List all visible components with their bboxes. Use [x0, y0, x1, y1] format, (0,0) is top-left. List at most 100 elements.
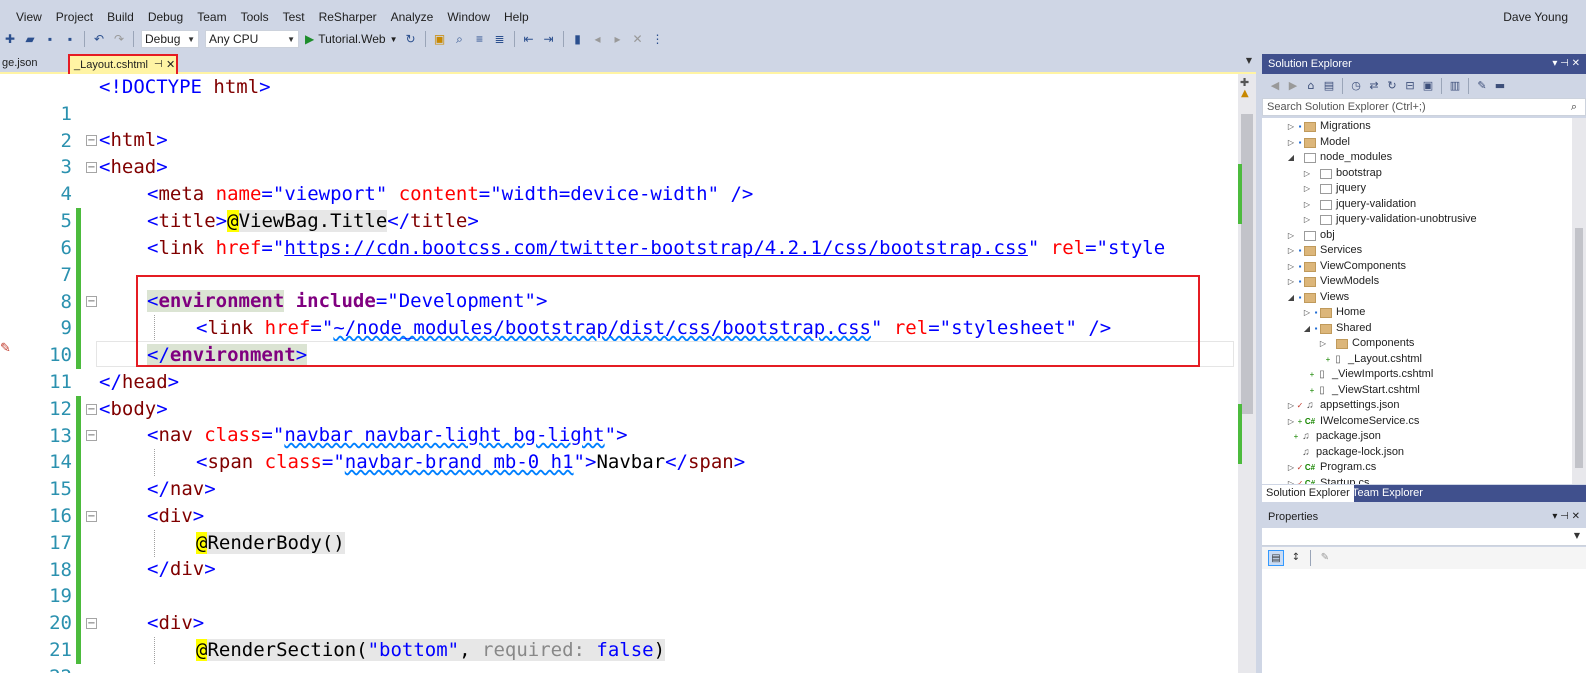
- indent-icon[interactable]: ⇥: [541, 31, 557, 47]
- scrollbar-thumb[interactable]: [1575, 228, 1583, 468]
- undo-icon[interactable]: ↶: [91, 31, 107, 47]
- expand-icon[interactable]: ▷: [1302, 181, 1312, 196]
- tab-team-explorer[interactable]: Team Explorer: [1348, 485, 1427, 502]
- expand-icon[interactable]: ▷: [1286, 243, 1296, 258]
- collapse-icon[interactable]: ◢: [1286, 150, 1296, 165]
- tree-item-migrations[interactable]: ▷ ▪ Migrations: [1286, 119, 1371, 134]
- collapse-icon[interactable]: −: [86, 296, 97, 307]
- tab-layout-cshtml[interactable]: _Layout.cshtml ⊣ ✕: [68, 54, 178, 74]
- tree-item-layout-cshtml[interactable]: + ▯ _Layout.cshtml: [1324, 352, 1422, 367]
- menu-test[interactable]: Test: [276, 7, 312, 27]
- uncomment-icon[interactable]: ≣: [492, 31, 508, 47]
- expand-icon[interactable]: ▷: [1286, 414, 1296, 429]
- close-icon[interactable]: ✕: [166, 56, 175, 74]
- tree-item-viewimports[interactable]: + ▯ _ViewImports.cshtml: [1308, 367, 1434, 382]
- save-all-icon[interactable]: ▪: [62, 31, 78, 47]
- menu-team[interactable]: Team: [190, 7, 233, 27]
- home-icon[interactable]: ⌂: [1304, 78, 1318, 94]
- panel-controls[interactable]: ▾ ⊣ ✕: [1552, 507, 1580, 527]
- expand-icon[interactable]: ▷: [1286, 228, 1296, 243]
- configuration-select[interactable]: Debug ▼: [141, 30, 199, 48]
- expand-icon[interactable]: ▷: [1318, 336, 1328, 351]
- collapse-icon[interactable]: −: [86, 162, 97, 173]
- outdent-icon[interactable]: ⇤: [521, 31, 537, 47]
- comment-icon[interactable]: ≡: [472, 31, 488, 47]
- warning-icon[interactable]: ▲: [1241, 88, 1249, 99]
- solutions-and-folders-icon[interactable]: ▤: [1322, 78, 1336, 94]
- clear-bookmarks-icon[interactable]: ✕: [630, 31, 646, 47]
- scrollbar-thumb[interactable]: [1241, 114, 1253, 414]
- tab-solution-explorer[interactable]: Solution Explorer: [1262, 485, 1354, 502]
- tree-item-components[interactable]: ▷ Components: [1318, 336, 1414, 351]
- tree-item-node-modules[interactable]: ◢ node_modules: [1286, 150, 1392, 165]
- next-bookmark-icon[interactable]: ▸: [610, 31, 626, 47]
- tree-item-package-json[interactable]: + ♫ package.json: [1292, 429, 1381, 444]
- expand-icon[interactable]: ▷: [1302, 305, 1312, 320]
- expand-icon[interactable]: ▷: [1286, 274, 1296, 289]
- tree-item-package-lock[interactable]: ♫ package-lock.json: [1292, 445, 1404, 460]
- tree-item-services[interactable]: ▷ ▪ Services: [1286, 243, 1362, 258]
- expand-icon[interactable]: ▷: [1286, 476, 1296, 484]
- expand-icon[interactable]: ▷: [1302, 166, 1312, 181]
- expand-icon[interactable]: ▷: [1302, 197, 1312, 212]
- collapse-icon[interactable]: −: [86, 135, 97, 146]
- browser-link-icon[interactable]: ▣: [432, 31, 448, 47]
- solution-explorer-search-input[interactable]: Search Solution Explorer (Ctrl+;) ⌕: [1262, 98, 1586, 116]
- save-icon[interactable]: ▪: [42, 31, 58, 47]
- redo-icon[interactable]: ↷: [111, 31, 127, 47]
- collapse-icon[interactable]: −: [86, 430, 97, 441]
- back-icon[interactable]: ◀: [1268, 78, 1282, 94]
- tree-item-obj[interactable]: ▷ obj: [1286, 228, 1335, 243]
- collapse-all-icon[interactable]: ⊟: [1403, 78, 1417, 94]
- tree-item-viewmodels[interactable]: ▷ ▪ ViewModels: [1286, 274, 1379, 289]
- menu-view[interactable]: View: [0, 7, 49, 27]
- collapse-icon[interactable]: −: [86, 511, 97, 522]
- refresh-icon[interactable]: ↻: [403, 31, 419, 47]
- expand-icon[interactable]: ▷: [1286, 259, 1296, 274]
- alphabetical-icon[interactable]: ↕: [1288, 550, 1304, 566]
- preview-icon[interactable]: ▬: [1493, 78, 1507, 94]
- collapse-icon[interactable]: ◢: [1302, 321, 1312, 336]
- collapse-icon[interactable]: −: [86, 618, 97, 629]
- menu-analyze[interactable]: Analyze: [384, 7, 441, 27]
- bookmark-icon[interactable]: ▮: [570, 31, 586, 47]
- tree-item-shared[interactable]: ◢ ▪ Shared: [1302, 321, 1372, 336]
- tree-item-viewstart[interactable]: + ▯ _ViewStart.cshtml: [1308, 383, 1420, 398]
- tree-item-model[interactable]: ▷ ▪ Model: [1286, 135, 1350, 150]
- start-debugging-button[interactable]: ▶ Tutorial.Web ▼: [305, 32, 398, 46]
- tree-item-program-cs[interactable]: ▷ ✓ C# Program.cs: [1286, 460, 1376, 475]
- expand-icon[interactable]: ▷: [1286, 119, 1296, 134]
- menu-debug[interactable]: Debug: [141, 7, 190, 27]
- view-icon[interactable]: ▥: [1448, 78, 1462, 94]
- tree-item-views[interactable]: ◢ ▪ Views: [1286, 290, 1349, 305]
- prev-bookmark-icon[interactable]: ◂: [590, 31, 606, 47]
- expand-icon[interactable]: ▷: [1302, 212, 1312, 227]
- find-icon[interactable]: ⌕: [452, 31, 468, 47]
- open-file-icon[interactable]: ▰: [22, 31, 38, 47]
- pin-icon[interactable]: ⊣: [154, 56, 163, 74]
- user-account[interactable]: Dave Young: [1503, 7, 1568, 27]
- properties-object-select[interactable]: ▼: [1262, 528, 1586, 546]
- menu-build[interactable]: Build: [100, 7, 141, 27]
- tree-item-home[interactable]: ▷ ▪ Home: [1302, 305, 1365, 320]
- search-icon[interactable]: ⌕: [1571, 99, 1577, 115]
- tab-appsettings[interactable]: ge.json: [0, 54, 37, 74]
- expand-icon[interactable]: ▷: [1286, 398, 1296, 413]
- tree-item-appsettings[interactable]: ▷ ✓ ♫ appsettings.json: [1286, 398, 1400, 413]
- tree-item-startup-cs[interactable]: ▷ ✓ C# Startup.cs: [1286, 476, 1370, 484]
- categorized-icon[interactable]: ▤: [1268, 550, 1284, 566]
- collapse-icon[interactable]: ◢: [1286, 290, 1296, 305]
- platform-select[interactable]: Any CPU ▼: [205, 30, 299, 48]
- menu-tools[interactable]: Tools: [234, 7, 276, 27]
- new-project-icon[interactable]: ✚: [2, 31, 18, 47]
- tree-item-jquery-validation-unobtrusive[interactable]: ▷ jquery-validation-unobtrusive: [1302, 212, 1477, 227]
- expand-icon[interactable]: ▷: [1286, 135, 1296, 150]
- menu-window[interactable]: Window: [440, 7, 497, 27]
- properties-wrench-icon[interactable]: ✎: [1475, 78, 1489, 94]
- menu-help[interactable]: Help: [497, 7, 536, 27]
- pending-changes-icon[interactable]: ◷: [1349, 78, 1363, 94]
- refresh-icon[interactable]: ↻: [1385, 78, 1399, 94]
- menu-project[interactable]: Project: [49, 7, 100, 27]
- editor-vertical-scrollbar[interactable]: ✚ ▲: [1238, 74, 1256, 673]
- tab-overflow-chevron-icon[interactable]: ▼: [1246, 56, 1252, 65]
